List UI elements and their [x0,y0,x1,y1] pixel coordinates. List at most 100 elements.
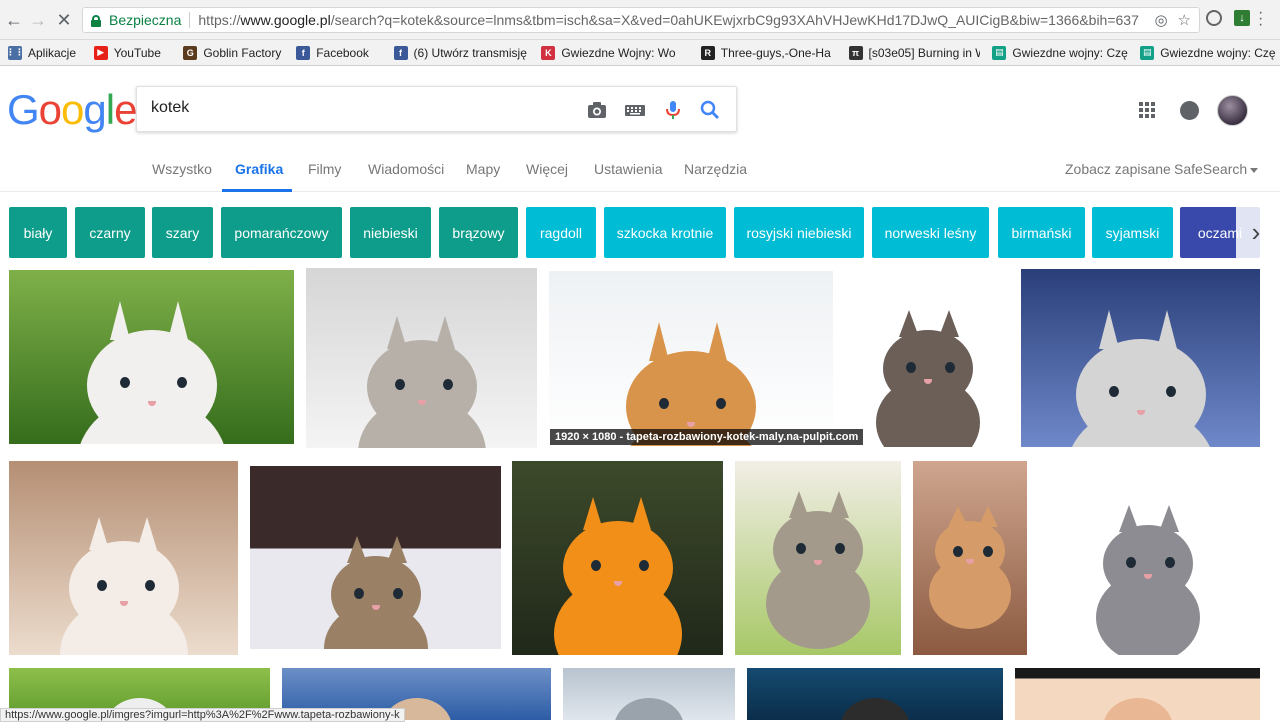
avatar[interactable] [1217,95,1248,126]
safesearch-dropdown[interactable]: SafeSearch [1174,161,1259,177]
chip-4[interactable]: niebieski [350,207,431,258]
bookmark-item[interactable]: R Three-guys,-One-Ha [700,45,837,60]
related-chips: biały czarny szary pomarańczowy niebieski brą… [0,207,1280,259]
tab-maps[interactable]: Mapy [466,161,500,177]
image-result[interactable] [250,466,501,649]
bookmark-item[interactable]: ⋮⋮ Aplikacje [8,45,82,60]
logo-letter: g [83,86,106,133]
bookmark-item[interactable]: ▶ YouTube [93,45,172,60]
bookmark-label: [s03e05] Burning in W [868,45,981,60]
tab-news[interactable]: Wiadomości [368,161,444,177]
kitten-image [563,497,673,615]
url-text[interactable]: https://www.google.pl/search?q=kotek&sou… [198,12,1138,28]
search-box [136,86,737,132]
location-target-icon[interactable]: ◎ [1154,11,1167,29]
apps-grid-icon: ⋮⋮ [8,45,24,60]
kitten-image [87,301,217,441]
notifications-icon[interactable] [1180,101,1199,120]
image-result[interactable] [846,274,1010,447]
tab-settings[interactable]: Ustawienia [594,161,662,177]
google-apps-icon[interactable] [1139,102,1155,118]
kitten-image [883,310,973,407]
image-hover-caption: 1920 × 1080 - tapeta-rozbawiony-kotek-ma… [550,429,864,445]
google-logo[interactable]: Google [7,86,137,134]
chip-2[interactable]: szary [152,207,213,258]
bookmark-item[interactable]: G Goblin Factory [183,45,284,60]
bookmark-star-icon[interactable]: ☆ [1178,11,1191,29]
chip-7[interactable]: szkocka krotnie [604,207,726,258]
search-input[interactable] [151,99,571,117]
image-result[interactable] [549,271,833,446]
image-result[interactable] [512,461,723,655]
bookmark-item[interactable]: π [s03e05] Burning in W [848,45,981,60]
image-result[interactable] [735,461,901,655]
tab-images[interactable]: Grafika [235,161,283,177]
bookmark-icon: ▤ [992,45,1007,60]
tab-all[interactable]: Wszystko [152,161,212,177]
bookmark-item[interactable]: ▤ Gwiezdne wojny: Czę [992,45,1128,60]
kitten-image [1076,310,1206,447]
forward-arrow-icon[interactable]: → [26,8,50,32]
image-result[interactable] [1015,668,1260,720]
image-result[interactable] [9,461,238,655]
bookmark-item[interactable]: K Gwiezdne Wojny: Wo [541,45,688,60]
bookmark-label: (6) Utwórz transmisję [413,45,527,60]
chevron-down-icon [1250,167,1259,173]
image-result[interactable] [913,461,1027,655]
bookmark-item[interactable]: ▤ Gwiezdne wojny: Czę [1140,45,1276,60]
chevron-right-icon[interactable]: › [1236,207,1276,258]
bookmark-item[interactable]: f Facebook [296,45,381,60]
chrome-menu-icon[interactable]: · · · [1258,5,1263,33]
rtg-icon: R [700,45,715,60]
saved-link[interactable]: Zobacz zapisane [1065,161,1171,177]
image-result[interactable] [306,268,537,448]
bookmark-label: Aplikacje [28,45,77,60]
search-icon[interactable] [699,100,721,120]
image-result[interactable] [563,668,735,720]
download-extension-icon[interactable]: ↓ [1234,10,1250,26]
kitten-image [331,536,421,633]
kitten-image [1103,698,1173,720]
image-result[interactable] [747,668,1003,720]
bookmark-item[interactable]: f (6) Utwórz transmisję [393,45,530,60]
bookmark-label: Three-guys,-One-Ha [720,45,831,60]
camera-icon[interactable] [586,100,608,120]
kitten-image [1103,505,1193,602]
chip-6[interactable]: ragdoll [526,207,596,258]
bookmark-label: Facebook [316,45,369,60]
logo-letter: o [38,86,62,133]
image-result[interactable] [1035,461,1260,655]
back-arrow-icon[interactable]: ← [2,8,26,32]
chip-10[interactable]: birmański [998,207,1085,258]
extension-icon[interactable] [1206,10,1222,26]
kitten-image [840,698,910,720]
facebook-icon: f [296,45,311,60]
bookmark-label: YouTube [113,45,161,60]
keyboard-icon[interactable] [624,100,646,120]
chip-5[interactable]: brązowy [439,207,518,258]
kitten-image [367,316,477,434]
stop-loading-icon[interactable]: ✕ [52,8,76,32]
tab-tools[interactable]: Narzędzia [684,161,747,177]
tab-more[interactable]: Więcej [526,161,568,177]
address-bar[interactable]: Bezpieczna https://www.google.pl/search?… [82,7,1200,33]
bookmark-label: Gwiezdne Wojny: Wo [561,45,676,60]
image-result[interactable] [1021,269,1260,447]
chip-0[interactable]: biały [9,207,67,258]
bookmark-label: Gwiezdne wojny: Czę [1160,45,1276,60]
kitten-image [935,506,1005,581]
goblin-icon: G [183,45,198,60]
logo-letter: o [61,86,84,133]
chip-1[interactable]: czarny [75,207,145,258]
chip-8[interactable]: rosyjski niebieski [734,207,864,258]
chip-11[interactable]: syjamski [1092,207,1173,258]
bookmark-label: Gwiezdne wojny: Czę [1012,45,1128,60]
lock-icon[interactable] [91,14,101,27]
image-result[interactable] [9,270,294,444]
chip-9[interactable]: norweski leśny [872,207,989,258]
microphone-icon[interactable] [662,100,684,120]
logo-letter: e [114,86,137,133]
browser-toolbar: ← → ✕ Bezpieczna https://www.google.pl/s… [0,0,1280,40]
chip-3[interactable]: pomarańczowy [221,207,342,258]
tab-videos[interactable]: Filmy [308,161,341,177]
